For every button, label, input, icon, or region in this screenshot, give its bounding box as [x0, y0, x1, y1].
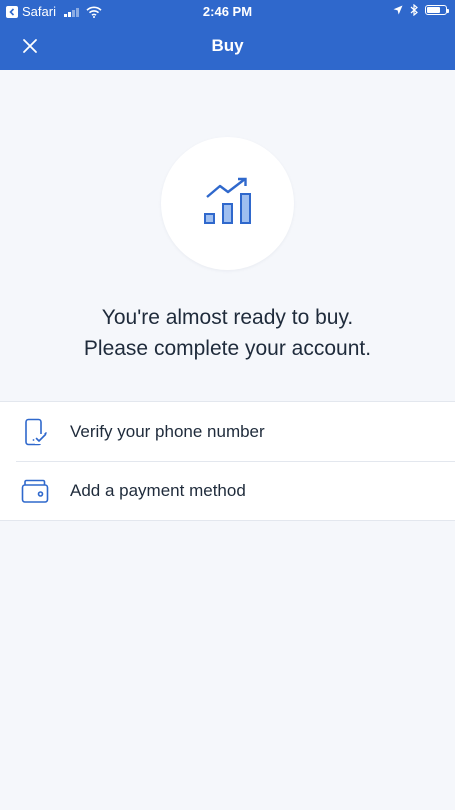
- app-header: Safari 2:46 PM Buy: [0, 0, 455, 70]
- message-line-2: Please complete your account.: [83, 337, 372, 360]
- hero-illustration: [161, 137, 294, 270]
- add-payment-item[interactable]: Add a payment method: [0, 461, 455, 520]
- wallet-icon: [21, 477, 49, 505]
- phone-verify-icon: [21, 418, 49, 446]
- status-time: 2:46 PM: [202, 4, 253, 19]
- verify-phone-item[interactable]: Verify your phone number: [0, 402, 455, 461]
- setup-task-list: Verify your phone number Add a payment m…: [0, 401, 455, 521]
- onboarding-message: You're almost ready to buy. Please compl…: [0, 302, 455, 364]
- task-label: Add a payment method: [70, 480, 246, 500]
- status-bar: Safari 2:46 PM: [0, 0, 455, 24]
- bluetooth-icon: [410, 4, 418, 16]
- battery-level: [427, 7, 440, 13]
- message-line-1: You're almost ready to buy.: [101, 306, 354, 329]
- page-title: Buy: [211, 36, 244, 55]
- task-label: Verify your phone number: [70, 421, 265, 441]
- status-right: [393, 4, 449, 16]
- battery-icon: [425, 5, 449, 15]
- chart-trend-icon: [203, 177, 251, 224]
- location-arrow-icon: [393, 5, 403, 15]
